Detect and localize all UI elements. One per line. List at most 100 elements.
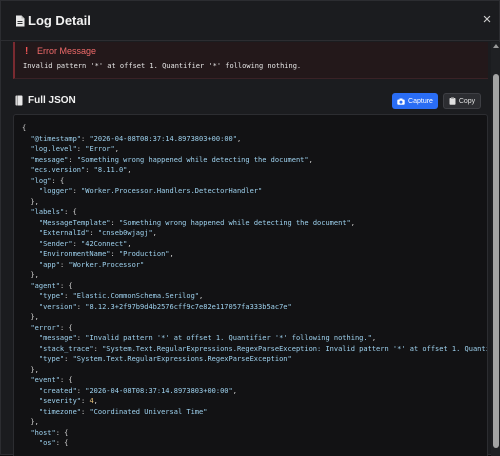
json-key: "agent" [30, 281, 60, 290]
copy-button[interactable]: Copy [443, 93, 481, 109]
json-string-value: "42Connect" [81, 239, 128, 248]
json-punctuation: , [127, 239, 132, 248]
json-punctuation: : [72, 187, 82, 195]
json-key: "severity" [38, 397, 82, 405]
json-string-value: "2026-04-08T08:37:14.8973803+00:00" [89, 134, 237, 143]
json-line: }, [22, 365, 487, 376]
json-string-value: "Coordinated Universal Time" [89, 407, 208, 416]
scrollbar[interactable] [491, 42, 500, 456]
capture-button[interactable]: Capture [392, 93, 438, 109]
json-punctuation: , [308, 155, 313, 164]
json-key: "type" [38, 355, 65, 363]
json-line: "labels": { [22, 207, 487, 218]
json-line: "ecs.version": "8.11.0", [22, 165, 487, 176]
json-string-value: "8.11.0" [93, 166, 128, 174]
json-key: "ExternalId" [38, 229, 90, 237]
json-punctuation [22, 250, 39, 258]
modal-header: Log Detail × [1, 1, 500, 41]
json-key: "stack_trace" [38, 344, 94, 353]
json-punctuation: , [232, 386, 237, 395]
json-punctuation: : { [64, 208, 77, 216]
json-punctuation: : [89, 229, 98, 237]
json-punctuation: : [76, 302, 86, 311]
json-line: { [22, 123, 487, 134]
json-line: "type": "Elastic.CommonSchema.Serilog", [22, 291, 487, 302]
json-punctuation: : [85, 166, 94, 174]
json-punctuation [22, 261, 39, 269]
json-punctuation [22, 345, 39, 353]
error-title: Error Message [37, 46, 97, 56]
json-line: "logger": "Worker.Processor.Handlers.Det… [22, 186, 487, 197]
json-line: "agent": { [22, 281, 487, 292]
json-line: "@timestamp": "2026-04-08T08:37:14.89738… [22, 134, 487, 145]
json-string-value: "Production" [118, 250, 170, 258]
json-string-value: "System.Text.RegularExpressions.RegexPar… [72, 355, 292, 363]
json-punctuation [22, 397, 39, 405]
json-key: "log.level" [30, 145, 77, 153]
json-punctuation: : { [55, 439, 69, 447]
json-key: "app" [38, 260, 60, 269]
json-string-value: "System.Text.RegularExpressions.RegexPar… [102, 344, 488, 353]
json-key: "type" [38, 292, 65, 300]
scrollbar-thumb[interactable] [493, 74, 499, 448]
json-line: "EnvironmentName": "Production", [22, 249, 487, 260]
json-punctuation: : [76, 386, 86, 395]
json-string-value: "Error" [85, 145, 115, 153]
json-string-value: "cnseb0wjagj" [97, 229, 153, 237]
json-key: "os" [38, 439, 56, 447]
json-punctuation [22, 229, 39, 237]
json-punctuation [22, 439, 39, 447]
log-detail-modal: Log Detail × ! Error Message Invalid pat… [0, 0, 500, 456]
json-viewer[interactable]: { "@timestamp": "2026-04-08T08:37:14.897… [13, 114, 488, 456]
json-punctuation [22, 187, 39, 195]
close-icon[interactable]: × [480, 12, 494, 27]
json-punctuation [22, 387, 39, 395]
json-key: "version" [38, 302, 77, 311]
json-punctuation: , [350, 218, 355, 227]
json-line: "version": "8.12.3+2f97b9d4b2576cff9c7e8… [22, 302, 487, 313]
json-punctuation [22, 334, 39, 342]
modal-body[interactable]: ! Error Message Invalid pattern '*' at o… [1, 42, 491, 456]
json-string-value: "2026-04-08T08:37:14.8973803+00:00" [85, 386, 233, 395]
json-punctuation: : { [59, 281, 73, 290]
json-key: "created" [38, 386, 77, 395]
clipboard-icon [449, 97, 456, 105]
json-line: "severity": 4, [22, 396, 487, 407]
scroll-up-arrow-icon[interactable] [493, 44, 499, 48]
json-punctuation [22, 303, 39, 311]
json-punctuation: : [72, 239, 82, 248]
json-line: "ExternalId": "cnseb0wjagj", [22, 228, 487, 239]
json-line: "os": { [22, 438, 487, 449]
json-key: "log" [30, 176, 52, 185]
json-punctuation [22, 219, 39, 227]
json-string-value: "Invalid pattern '*' at offset 1. Quanti… [85, 334, 372, 342]
json-punctuation: : { [51, 176, 65, 185]
json-key: "message" [38, 334, 77, 342]
json-punctuation: : [110, 218, 119, 227]
json-punctuation: , [236, 134, 242, 143]
json-string-value: "8.12.3+2f97b9d4b2576cff9c7e82e117057fa3… [85, 302, 292, 311]
json-punctuation: , [152, 229, 157, 237]
json-punctuation: , [199, 292, 204, 300]
json-line: "log": { [22, 176, 487, 187]
json-key: "event" [30, 376, 60, 384]
json-key: "logger" [38, 187, 73, 195]
json-punctuation: , [169, 250, 174, 258]
json-punctuation: }, [22, 365, 39, 374]
error-text: Invalid pattern '*' at offset 1. Quantif… [23, 62, 302, 70]
json-punctuation: }, [22, 313, 39, 321]
json-key: "@timestamp" [30, 134, 82, 143]
json-punctuation: , [371, 334, 377, 342]
json-line: "MessageTemplate": "Something wrong happ… [22, 218, 487, 229]
camera-icon [397, 98, 405, 105]
json-line: "Sender": "42Connect", [22, 239, 487, 250]
json-punctuation: , [93, 397, 98, 405]
json-punctuation: }, [22, 271, 39, 279]
json-string-value: "Something wrong happened while detectin… [118, 218, 351, 227]
json-punctuation: : [93, 344, 103, 353]
book-icon [15, 95, 23, 106]
json-punctuation: : [64, 292, 73, 300]
json-punctuation: : { [59, 323, 73, 332]
json-line: "created": "2026-04-08T08:37:14.8973803+… [22, 386, 487, 397]
json-string-value: "Elastic.CommonSchema.Serilog" [72, 292, 200, 300]
